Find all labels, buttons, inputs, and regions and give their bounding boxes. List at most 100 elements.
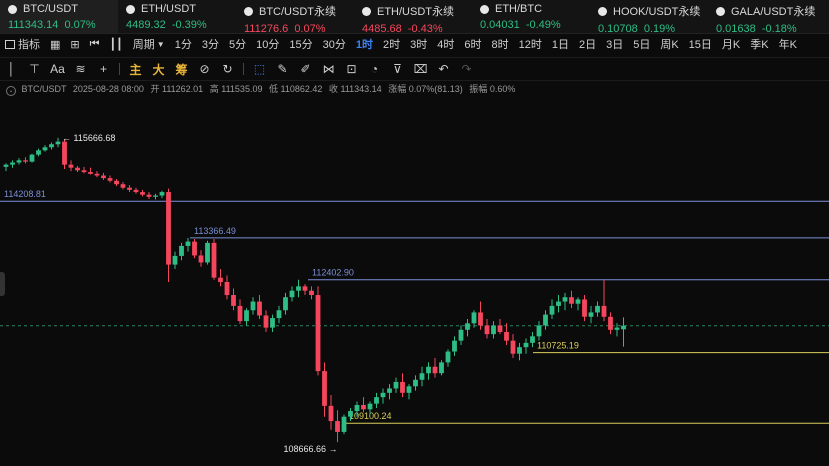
timeframe-option[interactable]: 6时	[459, 36, 486, 52]
level-label: 113366.49	[194, 226, 236, 236]
timeframe-option[interactable]: 15分	[284, 36, 317, 52]
period-dropdown[interactable]: 周期 ▼	[128, 36, 170, 52]
candle-body	[36, 150, 41, 155]
candle-body	[257, 301, 262, 316]
timeframe-option[interactable]: 3时	[405, 36, 432, 52]
candle-body	[361, 404, 366, 410]
amplitude-value: 0.60%	[489, 84, 516, 94]
timeframe-option[interactable]: 3日	[601, 36, 628, 52]
candle-body	[276, 310, 282, 319]
ticker-name: BTC/USDT永续	[259, 6, 336, 18]
coin-icon	[716, 6, 725, 16]
ticker-tab[interactable]: ETH/BTC 0.04031 -0.49%	[472, 0, 590, 33]
toolbar-divider	[243, 63, 244, 75]
candle-body	[406, 386, 412, 393]
chip-toggle[interactable]: 筹	[170, 61, 193, 78]
ticker-tab[interactable]: ETH/USDT永续 4485.68 -0.43%	[354, 0, 472, 35]
timeframe-option[interactable]: 2时	[378, 36, 405, 52]
timeframe-bar: 指标 ▦ ⊞ ⏮ ┃┃ 周期 ▼ 1分 3分 5分 10分 15分 30分 1时 2时 3时 4时…	[0, 34, 829, 54]
measure-tool-icon[interactable]: ⊘	[193, 62, 216, 76]
timeframe-option[interactable]: 3分	[197, 36, 224, 52]
main-indicator-toggle[interactable]: 主	[124, 61, 147, 78]
ohlc-info: ⌄ BTC/USDT 2025-08-28 08:00 开 111262.01 …	[6, 82, 515, 96]
big-order-toggle[interactable]: 大	[147, 61, 170, 78]
candle-type-button[interactable]: ┃┃	[105, 38, 128, 51]
candle-body	[179, 245, 184, 256]
side-panel-handle[interactable]	[0, 272, 5, 296]
brush-tool-icon[interactable]: ✐	[294, 62, 317, 76]
timeframe-option[interactable]: 4时	[432, 36, 459, 52]
candle-body	[484, 325, 490, 335]
close-value: 111343.14	[340, 84, 382, 94]
ticker-tab[interactable]: BTC/USDT 111343.14 0.07%	[0, 0, 118, 33]
candle-body	[387, 388, 392, 393]
candle-body	[211, 242, 217, 278]
candle-body	[348, 411, 353, 417]
fib-tool-icon[interactable]: ≋	[69, 62, 92, 76]
candle-body	[218, 277, 223, 282]
timeframe-option[interactable]: 季K	[745, 36, 773, 52]
redo-arrow-icon[interactable]: ↻	[216, 62, 239, 76]
timeframe-option[interactable]: 1日	[547, 36, 574, 52]
line-tool-icon[interactable]: │	[0, 62, 23, 76]
rewind-button[interactable]: ⏮	[85, 38, 105, 51]
candle-body	[608, 316, 613, 330]
candle-body	[419, 373, 425, 380]
candle-body	[374, 397, 379, 404]
rewind-icon: ⏮	[89, 37, 100, 50]
redo-icon[interactable]: ↷	[455, 62, 478, 76]
timeframe-option[interactable]: 1分	[170, 36, 197, 52]
filter-tool-icon[interactable]: ⊽	[386, 62, 409, 76]
ticker-tab[interactable]: ETH/USDT 4489.32 -0.39%	[118, 0, 236, 33]
ticker-change: -0.39%	[171, 19, 207, 31]
candlestick-chart[interactable]: 114208.81113366.49112402.90110725.191091…	[0, 96, 829, 466]
candle-body	[530, 336, 535, 343]
amplitude-label: 振幅	[469, 84, 488, 94]
select-tool-icon[interactable]: ⬚	[248, 62, 271, 76]
ticker-tab[interactable]: BTC/USDT永续 111276.6 0.07%	[236, 0, 354, 35]
timeframe-option[interactable]: 2日	[574, 36, 601, 52]
candle-body	[621, 325, 626, 330]
pen-tool-icon[interactable]: ✎	[271, 62, 294, 76]
ticker-strip: BTC/USDT 111343.14 0.07% ETH/USDT 4489.32 -…	[0, 0, 829, 35]
candle-body	[302, 286, 308, 291]
candle-body	[517, 347, 522, 354]
change-value: 0.07%(81.13)	[408, 84, 463, 94]
timeframe-option[interactable]: 8时	[486, 36, 513, 52]
high-marker: ← 115666.68	[62, 133, 115, 143]
collapse-icon[interactable]: ⌄	[6, 86, 16, 96]
timeframe-option[interactable]: 1时	[351, 36, 378, 52]
ticker-tab[interactable]: GALA/USDT永续 0.01638 -0.18%	[708, 0, 826, 35]
plus-tool-icon[interactable]: +	[92, 62, 115, 76]
timeframe-option[interactable]: 月K	[717, 36, 745, 52]
high-label: 高	[209, 84, 219, 94]
timeframe-option[interactable]: 年K	[774, 36, 802, 52]
ticker-price: 4489.32	[126, 19, 166, 31]
timeframe-option[interactable]: 15日	[684, 36, 717, 52]
lock-tool-icon[interactable]: ⊡	[340, 62, 363, 76]
delete-tool-icon[interactable]: ⌧	[409, 62, 432, 76]
undo-icon[interactable]: ↶	[432, 62, 455, 76]
timeframe-option[interactable]: 10分	[251, 36, 284, 52]
candle-body	[556, 301, 561, 306]
layout-button[interactable]: ⊞	[65, 38, 84, 51]
timeframe-option[interactable]: 5日	[628, 36, 655, 52]
ticker-price: 111343.14	[8, 19, 59, 31]
level-label: 110725.19	[537, 341, 579, 351]
candle-body	[588, 312, 594, 317]
timeframe-option[interactable]: 5分	[224, 36, 251, 52]
timeframe-option[interactable]: 周K	[655, 36, 683, 52]
horizontal-line-tool-icon[interactable]: ⊤	[23, 62, 46, 76]
shape-tool-icon[interactable]: ◔	[363, 62, 386, 76]
text-tool-icon[interactable]: Aa	[46, 62, 69, 76]
pattern-tool-icon[interactable]: ⋈	[317, 62, 340, 76]
indicator-button[interactable]: 指标	[0, 36, 45, 52]
calendar-button[interactable]: ▦	[45, 38, 65, 51]
candle-body	[49, 144, 54, 148]
ticker-tab[interactable]: HOOK/USDT永续 0.10708 0.19%	[590, 0, 708, 35]
candle-body	[296, 286, 301, 291]
timeframe-option[interactable]: 12时	[514, 36, 547, 52]
timeframe-option[interactable]: 30分	[318, 36, 351, 52]
candle-body	[601, 305, 607, 317]
indicator-icon	[5, 39, 15, 49]
